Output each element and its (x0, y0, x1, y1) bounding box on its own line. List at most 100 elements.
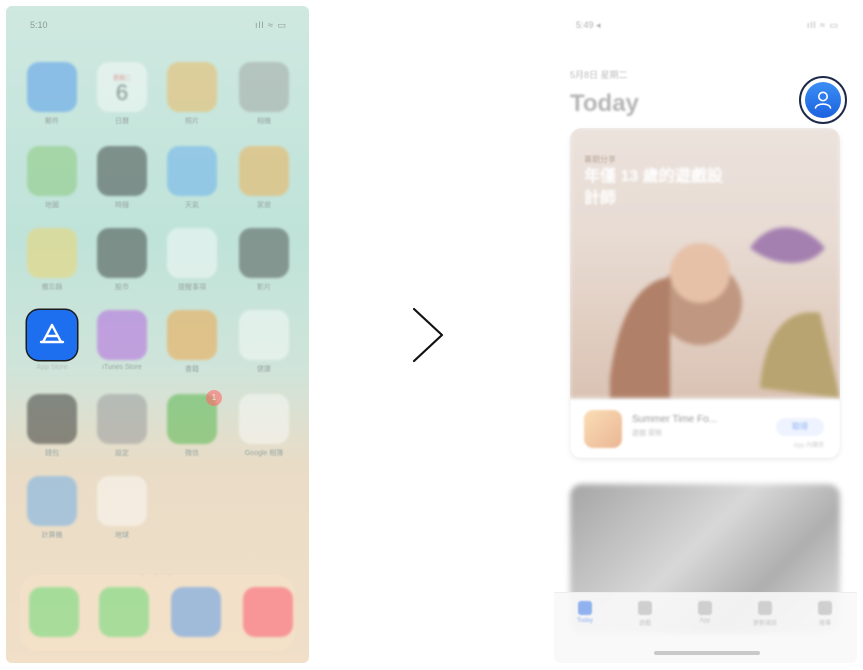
music-icon (243, 587, 293, 637)
tab-games[interactable]: 遊戲 (620, 601, 670, 627)
story-headline: 年僅 13 歲的遊戲設計師 (584, 168, 723, 207)
status-indicators: ıll ≈ ▭ (807, 20, 839, 30)
app-camera[interactable]: 相機 (238, 62, 290, 130)
tab-apps[interactable]: App (680, 601, 730, 624)
app-photos[interactable]: 照片 (166, 62, 218, 130)
app-itunes-store[interactable]: iTunes Store (96, 310, 148, 378)
stocks-icon (97, 228, 147, 278)
tab-label: Today (576, 618, 593, 624)
app-label: 照片 (185, 118, 199, 125)
books-icon (167, 310, 217, 360)
app-clock[interactable]: 時鐘 (96, 146, 148, 214)
today-tab-icon (578, 601, 592, 615)
account-avatar-icon (805, 82, 841, 118)
app-label: App Store (36, 364, 68, 371)
dock (20, 575, 295, 651)
status-bar: 5:49 ◂ ıll ≈ ▭ (576, 20, 839, 34)
story-app-row: Summer Time Fo... 遊戲 冒險 取得 App 內購買 (570, 400, 840, 458)
home-indicator (654, 651, 760, 655)
app-notes[interactable]: 備忘錄 (26, 228, 78, 296)
app-stocks[interactable]: 股市 (96, 228, 148, 296)
dock-app-music[interactable] (242, 587, 294, 655)
app-calculator[interactable]: 計算機 (26, 476, 78, 544)
app-label: 書籍 (185, 366, 199, 373)
search-tab-icon (818, 601, 832, 615)
app-globe-app[interactable]: 地球 (96, 476, 148, 544)
tab-bar: Today 遊戲 App 更新項目 搜尋 (554, 592, 857, 663)
tab-search[interactable]: 搜尋 (800, 601, 850, 627)
updates-tab-icon (758, 601, 772, 615)
app-label: 股市 (115, 284, 129, 291)
get-button[interactable]: 取得 (776, 418, 824, 436)
photos-icon (167, 62, 217, 112)
safari-icon (171, 587, 221, 637)
status-time: 5:10 (30, 20, 48, 30)
status-indicators: ıll ≈ ▭ (255, 20, 287, 30)
tab-today[interactable]: Today (560, 601, 610, 624)
account-button[interactable] (799, 76, 847, 124)
app-health[interactable]: 健康 (238, 310, 290, 378)
google-photos-icon (239, 394, 289, 444)
phone-icon (29, 587, 79, 637)
app-books[interactable]: 書籍 (166, 310, 218, 378)
tab-updates[interactable]: 更新項目 (740, 601, 790, 627)
app-label: 地圖 (45, 202, 59, 209)
app-weather[interactable]: 天氣 (166, 146, 218, 214)
app-label: 設定 (115, 450, 129, 457)
dock-app-phone[interactable] (28, 587, 80, 655)
app-settings[interactable]: 設定 (96, 394, 148, 462)
games-tab-icon (638, 601, 652, 615)
tab-label: 搜尋 (818, 621, 831, 627)
today-date: 5月8日 星期二 (570, 70, 628, 80)
home-screen: 5:10 ıll ≈ ▭ 郵件 星期二 6 日曆 照片 相機地圖 時鐘 天氣 家居備忘錄 股市 提醒… (6, 6, 309, 663)
messages-icon (99, 587, 149, 637)
reminders-icon (167, 228, 217, 278)
app-label: 錢包 (45, 450, 59, 457)
wallet-icon (27, 394, 77, 444)
app-label: 家居 (257, 202, 271, 209)
app-label: iTunes Store (102, 364, 142, 371)
app-store-icon (27, 310, 77, 360)
apps-tab-icon (698, 601, 712, 615)
app-label: Google 相簿 (244, 450, 284, 457)
camera-icon (239, 62, 289, 112)
calendar-icon: 星期二 6 (97, 62, 147, 112)
app-thumbnail-icon (584, 410, 622, 448)
tab-label: 遊戲 (638, 621, 651, 627)
chevron-right-icon (412, 307, 444, 363)
app-label: 計算機 (41, 532, 63, 539)
story-kicker: 暑期分享 (584, 155, 616, 164)
weather-icon (167, 146, 217, 196)
story-card[interactable]: 暑期分享 年僅 13 歲的遊戲設計師 Summer Time Fo... 遊戲 … (570, 128, 840, 458)
app-label: 日曆 (115, 118, 129, 125)
app-label: 地球 (115, 532, 129, 539)
app-home[interactable]: 家居 (238, 146, 290, 214)
clock-icon (97, 146, 147, 196)
maps-icon (27, 146, 77, 196)
globe-app-icon (97, 476, 147, 526)
videos-icon (239, 228, 289, 278)
story-app-name: Summer Time Fo... (632, 414, 718, 425)
app-maps[interactable]: 地圖 (26, 146, 78, 214)
app-wallet[interactable]: 錢包 (26, 394, 78, 462)
app-videos[interactable]: 影片 (238, 228, 290, 296)
app-wechat[interactable]: 1 微信 (166, 390, 222, 462)
notes-icon (27, 228, 77, 278)
calculator-icon (27, 476, 77, 526)
app-google-photos[interactable]: Google 相簿 (238, 394, 290, 462)
app-app-store[interactable]: App Store (26, 310, 78, 378)
dock-app-safari[interactable] (170, 587, 222, 655)
app-mail[interactable]: 郵件 (26, 62, 78, 130)
story-app-category: 遊戲 冒險 (632, 430, 662, 437)
mail-icon (27, 62, 77, 112)
settings-icon (97, 394, 147, 444)
tab-label: 更新項目 (752, 621, 777, 627)
app-calendar[interactable]: 星期二 6 日曆 (96, 62, 148, 130)
app-label: 相機 (257, 118, 271, 125)
dock-app-messages[interactable] (98, 587, 150, 655)
status-bar: 5:10 ıll ≈ ▭ (30, 20, 287, 34)
app-reminders[interactable]: 提醒事項 (166, 228, 218, 296)
tab-label: App (699, 618, 711, 624)
app-label: 影片 (257, 284, 271, 291)
page-title: Today (570, 90, 639, 117)
